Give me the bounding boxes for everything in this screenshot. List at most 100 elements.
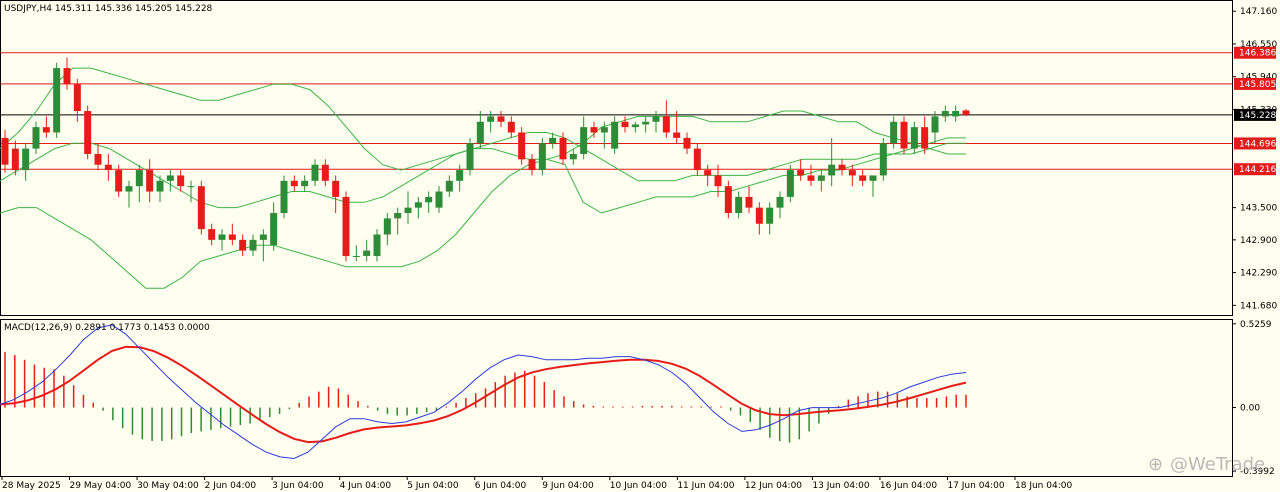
candle-body[interactable] (549, 137, 557, 144)
candle-body[interactable] (941, 111, 949, 117)
candle-body[interactable] (590, 127, 598, 133)
chart-header: USDJPY,H4 145.311 145.336 145.205 145.22… (4, 4, 213, 14)
candle-body[interactable] (228, 234, 236, 240)
candle-body[interactable] (115, 170, 123, 192)
candle-body[interactable] (890, 121, 898, 144)
candle-body[interactable] (156, 180, 164, 192)
candle-body[interactable] (611, 121, 619, 149)
candle-body[interactable] (962, 110, 970, 115)
candle-body[interactable] (724, 186, 732, 214)
candle-body[interactable] (135, 170, 143, 187)
candle-body[interactable] (507, 121, 515, 133)
candle-body[interactable] (166, 175, 174, 181)
candle-body[interactable] (910, 127, 918, 149)
candle-body[interactable] (373, 234, 381, 256)
candle-body[interactable] (838, 164, 846, 171)
candle-body[interactable] (766, 207, 774, 224)
candle-body[interactable] (518, 132, 526, 160)
candle-body[interactable] (146, 170, 154, 192)
candle-body[interactable] (662, 116, 670, 133)
time-tick-label: 3 Jun 04:00 (272, 481, 324, 491)
candle-body[interactable] (786, 170, 794, 197)
candle-body[interactable] (22, 148, 30, 171)
candle-body[interactable] (879, 143, 887, 176)
candle-body[interactable] (528, 159, 536, 171)
candle-body[interactable] (683, 137, 691, 149)
candle-body[interactable] (84, 111, 92, 154)
candle-body[interactable] (580, 127, 588, 154)
time-tick-label: 18 Jun 04:00 (1015, 481, 1072, 491)
candle-body[interactable] (259, 234, 267, 240)
candle-body[interactable] (859, 175, 867, 181)
candle-body[interactable] (42, 127, 50, 133)
candle-body[interactable] (487, 116, 495, 122)
candle-body[interactable] (466, 143, 474, 171)
candle-body[interactable] (383, 218, 391, 235)
candle-body[interactable] (652, 116, 660, 122)
candle-body[interactable] (342, 196, 350, 256)
candle-body[interactable] (569, 153, 577, 160)
candle-body[interactable] (931, 116, 939, 133)
candle-body[interactable] (714, 175, 722, 187)
candle-body[interactable] (900, 121, 908, 149)
candle-body[interactable] (817, 175, 825, 181)
candle-body[interactable] (797, 170, 805, 176)
candle-body[interactable] (363, 250, 371, 256)
candle-body[interactable] (848, 170, 856, 176)
candle-body[interactable] (301, 180, 309, 187)
candle-body[interactable] (32, 127, 40, 149)
candle-body[interactable] (631, 124, 639, 128)
candle-body[interactable] (693, 148, 701, 171)
candle-body[interactable] (53, 68, 61, 133)
candle-body[interactable] (445, 180, 453, 192)
candle-body[interactable] (807, 175, 815, 181)
candle-body[interactable] (869, 175, 877, 181)
candle-body[interactable] (435, 191, 443, 208)
candle-body[interactable] (94, 153, 102, 165)
candle-body[interactable] (332, 180, 340, 197)
candle-body[interactable] (239, 239, 247, 251)
candle-body[interactable] (352, 255, 360, 257)
candle-body[interactable] (218, 234, 226, 240)
candle-body[interactable] (311, 164, 319, 181)
candle-body[interactable] (673, 132, 681, 138)
candle-body[interactable] (104, 164, 112, 171)
candle-body[interactable] (425, 196, 433, 203)
candle-body[interactable] (394, 213, 402, 219)
time-tick-label: 13 Jun 04:00 (812, 481, 869, 491)
candle-body[interactable] (208, 229, 216, 240)
candle-body[interactable] (270, 213, 278, 246)
candle-body[interactable] (321, 164, 329, 181)
candle-body[interactable] (63, 68, 71, 85)
candle-body[interactable] (73, 84, 81, 112)
candle-body[interactable] (755, 207, 763, 224)
candle-body[interactable] (621, 121, 629, 128)
candle-body[interactable] (735, 196, 743, 214)
candle-body[interactable] (745, 196, 753, 208)
candle-body[interactable] (456, 170, 464, 181)
candle-body[interactable] (921, 127, 929, 149)
candle-body[interactable] (249, 239, 257, 251)
candle-body[interactable] (952, 111, 960, 117)
candle-body[interactable] (404, 207, 412, 214)
candle-body[interactable] (642, 121, 650, 125)
candle-body[interactable] (828, 164, 836, 176)
price-tick-label: 142.290 (1240, 269, 1277, 279)
candle-body[interactable] (704, 170, 712, 176)
time-tick-label: 16 Jun 04:00 (880, 481, 937, 491)
candle-body[interactable] (538, 143, 546, 171)
candle-body[interactable] (11, 148, 19, 171)
candle-body[interactable] (197, 186, 205, 230)
candle-body[interactable] (125, 186, 133, 192)
candle-body[interactable] (414, 202, 422, 208)
candle-body[interactable] (600, 127, 608, 133)
candle-body[interactable] (1, 137, 9, 165)
candle-body[interactable] (497, 116, 505, 122)
candle-body[interactable] (177, 175, 185, 187)
candle-body[interactable] (187, 186, 195, 188)
candle-body[interactable] (476, 121, 484, 144)
candle-body[interactable] (290, 180, 298, 187)
candle-body[interactable] (559, 137, 567, 160)
candle-body[interactable] (280, 180, 288, 214)
candle-body[interactable] (776, 196, 784, 208)
